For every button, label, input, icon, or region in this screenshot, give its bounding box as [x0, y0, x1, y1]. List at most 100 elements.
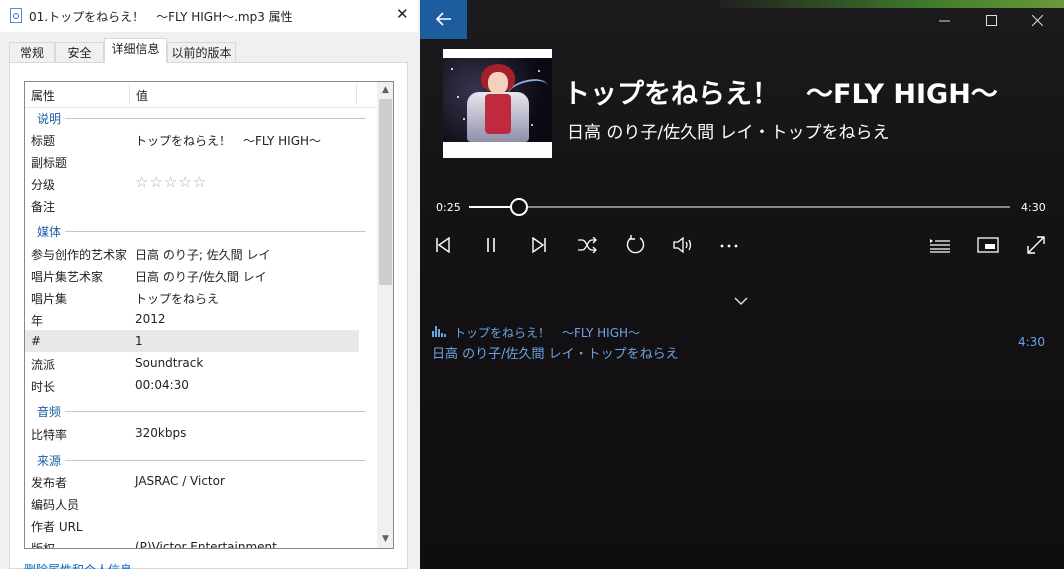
group-audio: 音频: [25, 399, 370, 421]
queue-item-artist: 日高 のり子/佐久間 レイ・トップをねらえ: [432, 347, 679, 362]
dialog-title-bar: 01.トップをねらえ！ ～FLY HIGH～.mp3 属性 ✕: [0, 0, 418, 32]
row-bitrate[interactable]: 比特率 320kbps: [25, 422, 359, 444]
repeat-button[interactable]: [619, 233, 651, 261]
background-edge: [720, 0, 1064, 8]
volume-icon: [673, 237, 692, 253]
close-icon: [1031, 14, 1043, 27]
column-divider[interactable]: [356, 84, 357, 104]
column-divider[interactable]: [129, 84, 130, 104]
row-rating[interactable]: 分级 ☆☆☆☆☆: [25, 172, 359, 194]
property-label: 分级: [31, 178, 56, 192]
column-header-value[interactable]: 值: [136, 87, 148, 104]
property-label: 标题: [31, 134, 56, 148]
more-options-button[interactable]: [713, 233, 745, 261]
queue-item-title: トップをねらえ！ ～FLY HIGH～: [454, 326, 641, 340]
volume-button[interactable]: [667, 233, 699, 261]
previous-button[interactable]: [427, 233, 459, 261]
close-window-button[interactable]: [1025, 10, 1049, 30]
more-icon: [720, 244, 738, 248]
maximize-icon: [985, 15, 997, 26]
group-divider: [37, 460, 366, 461]
property-value[interactable]: トップをねらえ: [135, 290, 219, 307]
previous-track-icon: [436, 237, 450, 253]
mini-view-button[interactable]: [972, 233, 1004, 261]
group-label: 音频: [37, 403, 66, 420]
row-encoded-by[interactable]: 编码人员: [25, 492, 359, 514]
now-playing-artist: 日高 のり子/佐久間 レイ・トップをねらえ: [567, 123, 890, 143]
property-value[interactable]: Soundtrack: [135, 356, 203, 370]
property-value[interactable]: トップをねらえ！ ～FLY HIGH～: [135, 132, 321, 149]
property-value[interactable]: 日高 のり子/佐久間 レイ: [135, 268, 267, 285]
scroll-up-arrow-icon[interactable]: ▲: [377, 82, 393, 99]
remove-properties-link[interactable]: 删除属性和个人信息: [24, 561, 132, 569]
now-playing-equalizer-icon: [432, 325, 446, 337]
property-value[interactable]: 00:04:30: [135, 378, 189, 392]
album-cover-image: [443, 58, 552, 142]
row-genre[interactable]: 流派 Soundtrack: [25, 352, 359, 374]
property-value[interactable]: (P)Victor Entertainment: [135, 540, 277, 548]
tab-previous-versions[interactable]: 以前的版本: [167, 42, 236, 62]
property-value[interactable]: JASRAC / Victor: [135, 474, 225, 488]
total-time: 4:30: [1021, 201, 1046, 214]
property-value[interactable]: 2012: [135, 312, 166, 326]
group-divider: [37, 231, 366, 232]
tab-general[interactable]: 常规: [9, 42, 55, 62]
shuffle-icon: [578, 237, 597, 253]
back-button[interactable]: [420, 0, 467, 39]
seek-bar-thumb[interactable]: [510, 198, 529, 216]
group-divider: [37, 118, 366, 119]
property-value[interactable]: 320kbps: [135, 426, 186, 440]
pause-icon: [487, 238, 495, 252]
row-length[interactable]: 时长 00:04:30: [25, 374, 359, 396]
list-header: 属性 值: [25, 82, 377, 108]
dialog-title: 01.トップをねらえ！ ～FLY HIGH～.mp3 属性: [29, 10, 293, 24]
close-icon[interactable]: ✕: [396, 5, 409, 23]
row-album[interactable]: 唱片集 トップをねらえ: [25, 286, 359, 308]
row-year[interactable]: 年 2012: [25, 308, 359, 330]
tab-details[interactable]: 详细信息: [104, 38, 167, 63]
collapse-queue-button[interactable]: [729, 291, 753, 311]
audio-file-icon: [10, 8, 22, 23]
row-title[interactable]: 标题 トップをねらえ！ ～FLY HIGH～: [25, 128, 359, 150]
minimize-icon: [938, 20, 950, 22]
row-copyright[interactable]: 版权 (P)Victor Entertainment: [25, 536, 359, 548]
property-label: #: [31, 334, 42, 348]
seek-bar[interactable]: [469, 198, 1010, 216]
shuffle-button[interactable]: [571, 233, 603, 261]
minimize-button[interactable]: [932, 10, 956, 30]
row-subtitle[interactable]: 副标题: [25, 150, 359, 172]
row-contributing-artists[interactable]: 参与创作的艺术家 日高 のり子; 佐久間 レイ: [25, 242, 359, 264]
row-album-artist[interactable]: 唱片集艺术家 日高 のり子/佐久間 レイ: [25, 264, 359, 286]
property-label: 作者 URL: [31, 520, 83, 534]
queue-list-item[interactable]: トップをねらえ！ ～FLY HIGH～ 日高 のり子/佐久間 レイ・トップをねら…: [432, 322, 1054, 362]
row-author-url[interactable]: 作者 URL: [25, 514, 359, 536]
property-label: 年: [31, 314, 44, 328]
tab-security[interactable]: 安全: [55, 42, 104, 62]
now-playing-title: トップをねらえ！ ～FLY HIGH～: [563, 79, 998, 110]
rating-stars[interactable]: ☆☆☆☆☆: [135, 173, 207, 191]
row-track-number[interactable]: # 1: [25, 330, 359, 352]
property-label: 流派: [31, 358, 56, 372]
row-comments[interactable]: 备注: [25, 194, 359, 216]
property-label: 唱片集艺术家: [31, 270, 104, 284]
group-description: 说明: [25, 106, 370, 128]
column-header-property[interactable]: 属性: [31, 87, 55, 104]
next-track-icon: [532, 237, 546, 253]
row-publisher[interactable]: 发布者 JASRAC / Victor: [25, 470, 359, 492]
maximize-button[interactable]: [979, 10, 1003, 30]
pause-button[interactable]: [475, 233, 507, 261]
now-playing-list-button[interactable]: [924, 233, 956, 261]
full-screen-button[interactable]: [1020, 233, 1052, 261]
property-label: 副标题: [31, 156, 68, 170]
property-value[interactable]: 日高 のり子; 佐久間 レイ: [135, 246, 271, 263]
group-label: 媒体: [37, 223, 66, 240]
scroll-thumb[interactable]: [379, 99, 392, 285]
property-value[interactable]: 1: [135, 334, 143, 348]
vertical-scrollbar[interactable]: ▲ ▼: [377, 82, 393, 548]
queue-item-duration: 4:30: [1018, 335, 1045, 349]
next-button[interactable]: [523, 233, 555, 261]
property-label: 时长: [31, 380, 56, 394]
properties-list[interactable]: 属性 值 说明 标题 トップをねらえ！ ～FLY HIGH～ 副标题 分级 ☆☆…: [24, 81, 394, 549]
scroll-down-arrow-icon[interactable]: ▼: [377, 531, 393, 548]
group-label: 说明: [37, 110, 66, 127]
